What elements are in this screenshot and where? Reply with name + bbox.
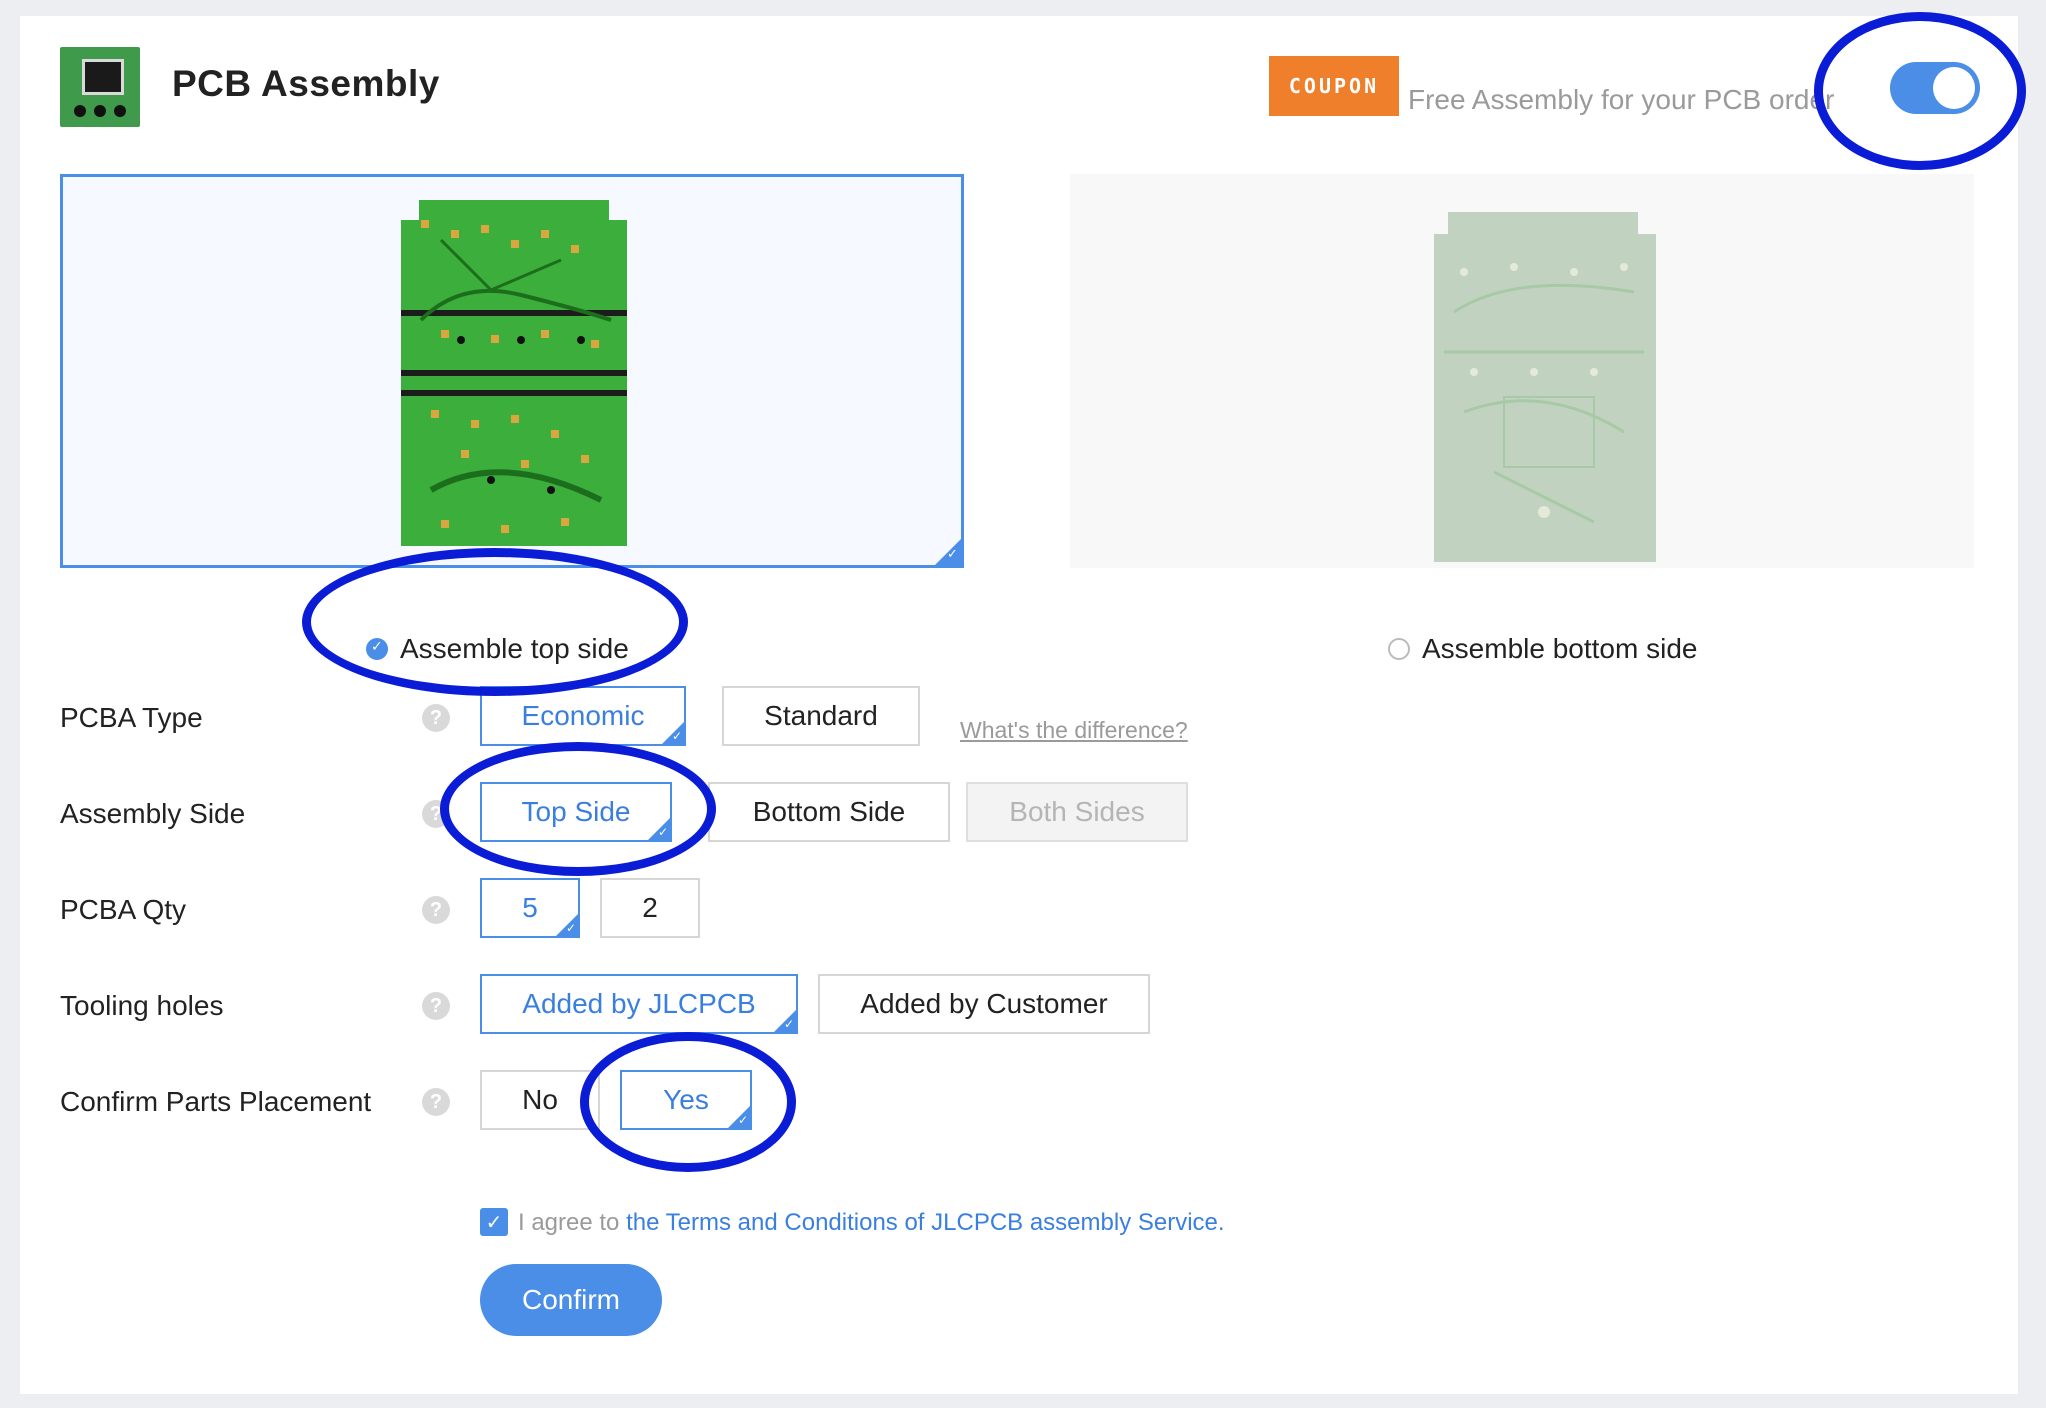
selected-corner-check-icon bbox=[935, 539, 961, 565]
pcba-type-help-icon[interactable]: ? bbox=[422, 704, 450, 732]
pcba-qty-2-option[interactable]: 2 bbox=[600, 878, 700, 938]
agree-prefix: I agree to bbox=[518, 1209, 620, 1236]
pcba-type-label: PCBA Type bbox=[60, 702, 203, 733]
confirm-button[interactable]: Confirm bbox=[480, 1264, 662, 1336]
tooling-holes-customer-option[interactable]: Added by Customer bbox=[818, 974, 1150, 1034]
whats-the-difference-link[interactable]: What's the difference? bbox=[960, 717, 1188, 744]
confirm-parts-placement-no-option[interactable]: No bbox=[480, 1070, 600, 1130]
bottom-side-preview[interactable] bbox=[1070, 174, 1974, 568]
confirm-parts-placement-help-icon[interactable]: ? bbox=[422, 1088, 450, 1116]
pcb-assembly-toggle[interactable] bbox=[1890, 62, 1980, 114]
pcba-qty-label: PCBA Qty bbox=[60, 894, 187, 925]
pcba-qty-help-icon[interactable]: ? bbox=[422, 896, 450, 924]
tooling-holes-jlcpcb-option[interactable]: Added by JLCPCB bbox=[480, 974, 798, 1034]
assemble-top-side-radio[interactable]: Assemble top side bbox=[366, 633, 629, 665]
assemble-top-side-label: Assemble top side bbox=[400, 633, 629, 664]
radio-unchecked-icon bbox=[1388, 638, 1410, 660]
pcba-type-economic-option[interactable]: Economic bbox=[480, 686, 686, 746]
coupon-badge: COUPON bbox=[1269, 56, 1399, 116]
coupon-description: Free Assembly for your PCB order bbox=[1408, 84, 1835, 115]
pcb-assembly-logo-icon bbox=[60, 47, 140, 127]
pcba-type-standard-option[interactable]: Standard bbox=[722, 686, 920, 746]
toggle-knob bbox=[1933, 67, 1975, 109]
pcb-bottom-side-image bbox=[1434, 212, 1656, 562]
assemble-bottom-side-label: Assemble bottom side bbox=[1422, 633, 1698, 664]
confirm-parts-placement-yes-option[interactable]: Yes bbox=[620, 1070, 752, 1130]
pcb-assembly-panel: PCB Assembly COUPON Free Assembly for yo… bbox=[20, 16, 2018, 1394]
pcba-qty-5-option[interactable]: 5 bbox=[480, 878, 580, 938]
terms-link[interactable]: the Terms and Conditions of JLCPCB assem… bbox=[626, 1209, 1225, 1236]
radio-checked-icon bbox=[366, 638, 388, 660]
tooling-holes-help-icon[interactable]: ? bbox=[422, 992, 450, 1020]
pcb-top-side-image bbox=[401, 200, 627, 546]
assembly-side-bottom-option[interactable]: Bottom Side bbox=[708, 782, 950, 842]
assembly-side-help-icon[interactable]: ? bbox=[422, 800, 450, 828]
assembly-side-label: Assembly Side bbox=[60, 798, 246, 829]
confirm-parts-placement-label: Confirm Parts Placement bbox=[60, 1086, 372, 1117]
page-title: PCB Assembly bbox=[172, 63, 440, 104]
top-side-preview[interactable] bbox=[60, 174, 964, 568]
assemble-bottom-side-radio[interactable]: Assemble bottom side bbox=[1388, 633, 1697, 665]
agree-checkbox[interactable]: ✓ bbox=[480, 1208, 508, 1236]
assembly-side-both-option: Both Sides bbox=[966, 782, 1188, 842]
tooling-holes-label: Tooling holes bbox=[60, 990, 224, 1021]
agree-text: I agree to the Terms and Conditions of J… bbox=[518, 1209, 1225, 1237]
assembly-side-top-option[interactable]: Top Side bbox=[480, 782, 672, 842]
